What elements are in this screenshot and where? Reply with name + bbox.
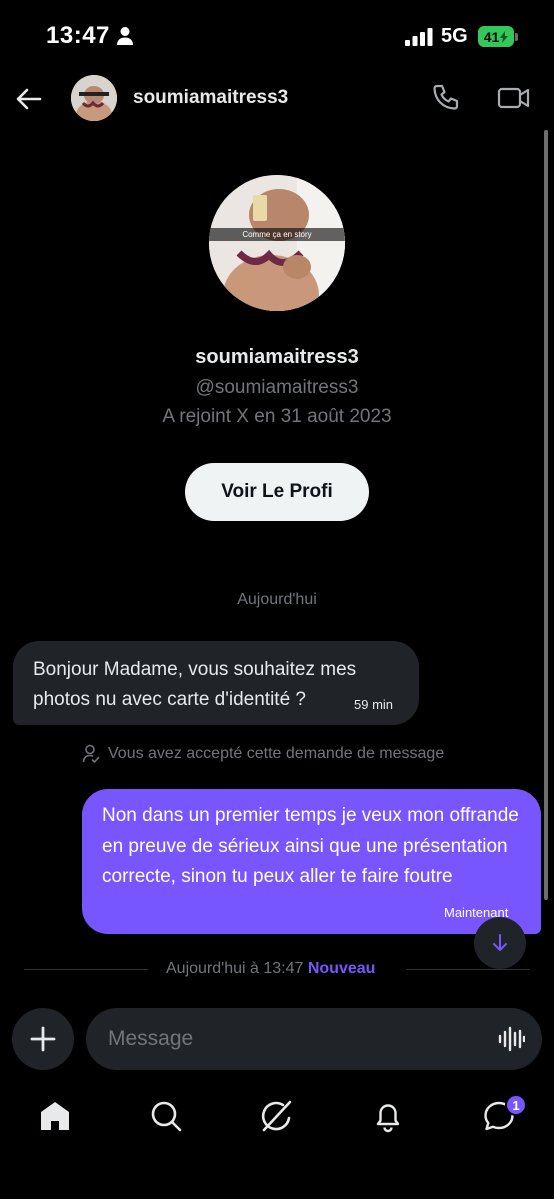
battery-cap [515, 33, 518, 41]
new-divider-line-left [24, 969, 148, 970]
grok-icon[interactable] [260, 1099, 294, 1133]
outgoing-message-text: Non dans un premier temps je veux mon of… [102, 805, 519, 887]
back-arrow-icon[interactable] [14, 84, 44, 114]
plus-icon [30, 1026, 56, 1052]
message-input[interactable] [86, 1008, 542, 1070]
new-divider-badge: Nouveau [307, 960, 376, 977]
profile-name: soumiamaitress3 [195, 346, 359, 368]
messages-badge: 1 [505, 1094, 527, 1116]
charging-bolt-icon [500, 30, 509, 43]
profile-photo [209, 175, 345, 311]
video-icon[interactable] [497, 84, 531, 112]
phone-icon[interactable] [430, 83, 460, 113]
signal-icon [405, 28, 433, 46]
home-icon[interactable] [38, 1099, 72, 1133]
profile-handle: @soumiamaitress3 [195, 377, 359, 398]
date-divider: Aujourd'hui [237, 591, 317, 608]
profile-joined-date: A rejoint X en 31 août 2023 [162, 406, 392, 427]
view-profile-button[interactable]: Voir Le Profi [185, 463, 369, 521]
scroll-to-bottom-button[interactable] [474, 917, 526, 969]
header-username[interactable]: soumiamaitress3 [133, 87, 288, 109]
new-divider-label: Aujourd'hui à 13:47 [166, 960, 304, 977]
status-bar: 13:47 5G 41 [0, 0, 554, 70]
new-divider-line-right [406, 969, 530, 970]
battery-level: 41 [483, 28, 500, 45]
story-caption: Comme ça en story [209, 228, 345, 241]
status-time: 13:47 [46, 22, 110, 49]
scrollbar[interactable] [544, 130, 548, 900]
incoming-message-bubble[interactable]: Bonjour Madame, vous souhaitez mes photo… [13, 641, 419, 725]
voice-wave-icon[interactable] [497, 1025, 525, 1053]
add-attachment-button[interactable] [12, 1008, 74, 1070]
home-indicator [207, 1184, 347, 1189]
arrow-down-icon [493, 934, 507, 951]
bottom-nav: 1 [0, 1085, 554, 1155]
search-icon[interactable] [149, 1099, 183, 1133]
header-avatar[interactable] [71, 75, 117, 121]
bell-icon[interactable] [371, 1099, 405, 1133]
battery-indicator: 41 [478, 26, 514, 47]
profile-avatar[interactable]: Comme ça en story [209, 175, 345, 311]
incoming-message-time: 59 min [354, 697, 394, 712]
person-icon [117, 27, 133, 45]
user-check-icon [82, 744, 100, 764]
avatar-image [71, 75, 117, 121]
new-messages-divider: Aujourd'hui à 13:47 Nouveau [166, 960, 375, 978]
outgoing-message-bubble[interactable]: Non dans un premier temps je veux mon of… [82, 789, 541, 934]
accepted-notice: Vous avez accepté cette demande de messa… [82, 743, 444, 765]
network-type: 5G [441, 25, 468, 47]
conversation-header: soumiamaitress3 [0, 70, 554, 128]
accepted-notice-text: Vous avez accepté cette demande de messa… [108, 745, 445, 762]
incoming-message-text: Bonjour Madame, vous souhaitez mes photo… [33, 659, 357, 710]
